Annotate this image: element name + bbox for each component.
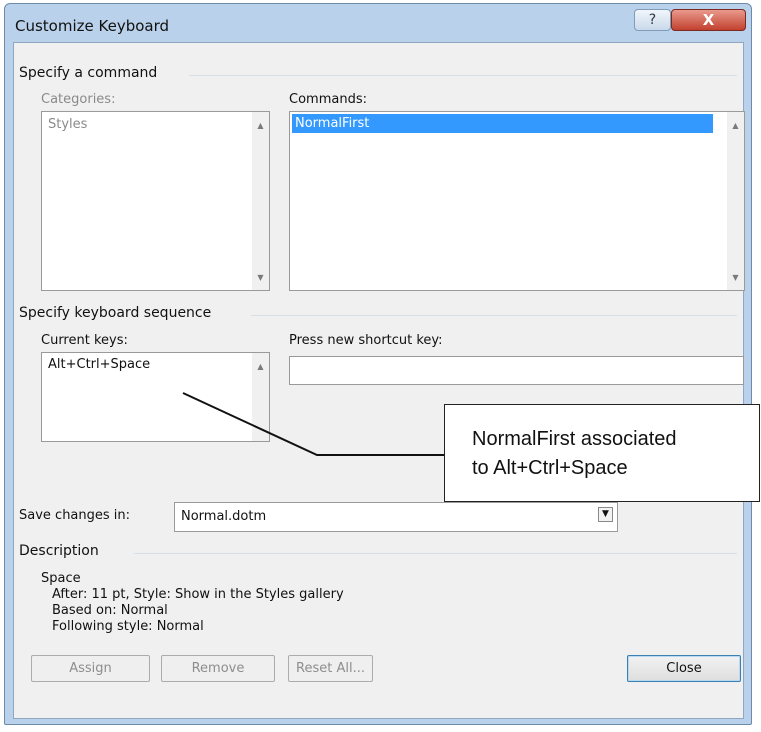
annotation-line: NormalFirst associated <box>472 428 677 450</box>
annotation-leader-line <box>182 392 444 456</box>
annotation-callout: NormalFirst associated to Alt+Ctrl+Space <box>444 404 760 502</box>
annotation-line: to Alt+Ctrl+Space <box>472 457 628 479</box>
